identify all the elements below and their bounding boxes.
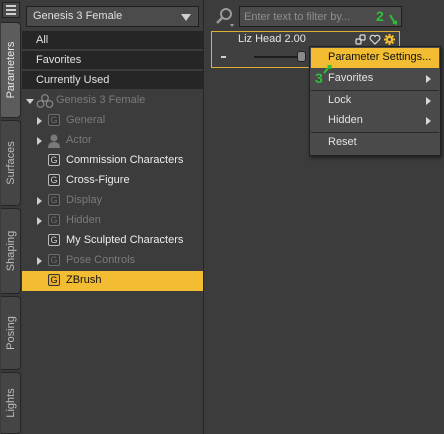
tree-item-my-sculpted-characters[interactable]: G My Sculpted Characters: [22, 231, 203, 251]
figure-dropdown[interactable]: Genesis 3 Female: [26, 6, 199, 27]
tab-posing-label: Posing: [4, 316, 17, 350]
callout-step-3: 3: [315, 70, 323, 86]
tab-shaping[interactable]: Shaping: [1, 208, 21, 294]
tree-root-genesis-3-female[interactable]: Genesis 3 Female: [22, 91, 203, 111]
tab-lights[interactable]: Lights: [1, 372, 21, 434]
submenu-arrow-icon: [426, 117, 431, 125]
filter-all[interactable]: All: [22, 31, 203, 50]
figure-dropdown-value: Genesis 3 Female: [33, 10, 123, 22]
tree-item-actor[interactable]: Actor: [22, 131, 203, 151]
minus-icon: [221, 56, 226, 58]
group-icon: G: [48, 194, 60, 206]
expand-arrow-icon[interactable]: [37, 137, 42, 145]
heart-icon[interactable]: [369, 34, 381, 45]
expand-arrow-icon[interactable]: [37, 117, 42, 125]
collapse-arrow-icon[interactable]: [26, 99, 34, 104]
callout-arrow-icon: [389, 14, 397, 25]
search-icon[interactable]: [213, 6, 237, 28]
parameters-tree-panel: Genesis 3 Female All Favorites Currently…: [22, 0, 204, 434]
expand-arrow-icon[interactable]: [37, 217, 42, 225]
tab-posing[interactable]: Posing: [1, 296, 21, 370]
tab-shaping-label: Shaping: [4, 230, 17, 272]
slider-handle[interactable]: [297, 51, 306, 62]
tree-root-label: Genesis 3 Female: [56, 94, 146, 106]
group-icon: G: [48, 114, 60, 126]
tree-item-general[interactable]: G General: [22, 111, 203, 131]
group-icon: G: [48, 174, 60, 186]
tree-item-cross-figure[interactable]: G Cross-Figure: [22, 171, 203, 191]
tab-lights-label: Lights: [4, 388, 17, 418]
figure-icon: [36, 94, 54, 108]
submenu-arrow-icon: [426, 97, 431, 105]
tab-parameters[interactable]: Parameters: [1, 22, 21, 118]
expand-arrow-icon[interactable]: [37, 197, 42, 205]
tree-item-commission-characters[interactable]: G Commission Characters: [22, 151, 203, 171]
tree-item-zbrush[interactable]: G ZBrush: [22, 271, 203, 291]
callout-step-2: 2: [376, 8, 384, 24]
chevron-down-icon: [181, 14, 191, 21]
expand-arrow-icon[interactable]: [37, 257, 42, 265]
submenu-arrow-icon: [426, 75, 431, 83]
group-icon: G: [48, 214, 60, 226]
parameter-name: Liz Head 2.00: [238, 33, 306, 45]
tab-surfaces-label: Surfaces: [4, 141, 17, 185]
group-icon: G: [48, 154, 60, 166]
group-icon: G: [48, 254, 60, 266]
filter-favorites[interactable]: Favorites: [22, 51, 203, 70]
tab-parameters-label: Parameters: [4, 41, 17, 99]
link-icon[interactable]: [355, 33, 366, 45]
tree-item-pose-controls[interactable]: G Pose Controls: [22, 251, 203, 271]
parameter-context-menu: Parameter Settings... Favorites Lock Hid…: [309, 46, 441, 156]
tree-item-hidden[interactable]: G Hidden: [22, 211, 203, 231]
gear-icon[interactable]: [384, 33, 395, 45]
tab-surfaces[interactable]: Surfaces: [1, 120, 21, 206]
menu-item-reset[interactable]: Reset: [311, 133, 439, 153]
group-icon: G: [48, 274, 60, 286]
panel-menu-icon[interactable]: [2, 2, 20, 18]
filter-currently-used[interactable]: Currently Used: [22, 71, 203, 90]
actor-icon: [48, 134, 60, 148]
tree-item-display[interactable]: G Display: [22, 191, 203, 211]
menu-item-hidden[interactable]: Hidden: [311, 111, 439, 131]
group-icon: G: [48, 234, 60, 246]
menu-item-lock[interactable]: Lock: [311, 91, 439, 111]
callout-arrow-icon: [323, 65, 332, 74]
side-tab-strip: Parameters Surfaces Shaping Posing Light…: [0, 0, 23, 434]
